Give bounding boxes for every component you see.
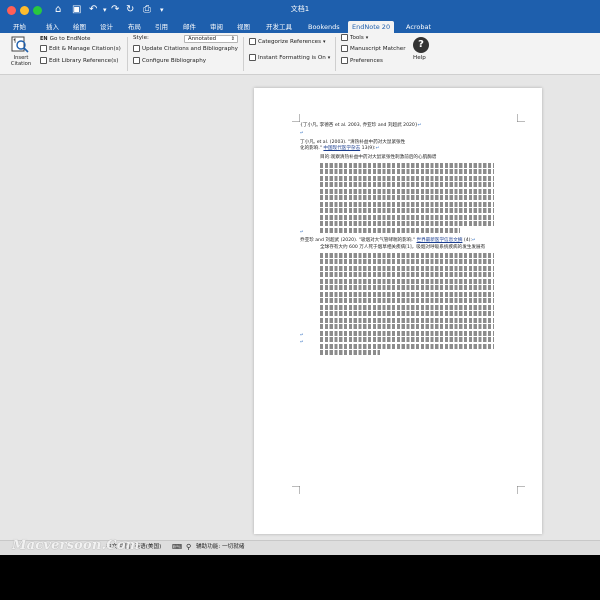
insert-citation-button[interactable]: ¶ (11, 36, 31, 54)
instant-formatting-button[interactable]: Instant Formatting is On ▾ (249, 54, 330, 63)
tab-view[interactable]: 视图 (237, 21, 250, 33)
accessibility-icon[interactable]: ⚲ (186, 543, 191, 552)
style-select[interactable]: Annotated ⇕ (184, 35, 238, 43)
tab-design[interactable]: 设计 (100, 21, 113, 33)
insert-citation-icon: ¶ (11, 36, 29, 53)
reference-2-abstract: 全球存有大约 600 万人死于烟草相关疾病[1]，吸烟对呼吸系统疾病的发生发展有 (320, 245, 494, 356)
window-title: 文档1 (290, 5, 310, 13)
go-to-endnote-button[interactable]: EN Go to EndNote (40, 35, 90, 44)
reference-1-volume: 13(9): (361, 146, 376, 152)
reference-1-abstract: 目的:观察清热补益中药对大鼠紧张性刺激前后的心肌酶谱 (320, 155, 494, 233)
preferences-icon (341, 57, 348, 64)
crop-mark-icon (292, 114, 300, 122)
tab-bookends[interactable]: Bookends (308, 21, 340, 33)
title-bar: ⌂ ▣ ↶ ▾ ↷ ↻ ⎙ ▾ 文档1 (0, 0, 600, 21)
chevron-down-icon: ▾ (327, 55, 331, 61)
reference-2-journal: 世界最新医学信息文摘 (416, 238, 463, 243)
tab-insert[interactable]: 插入 (46, 21, 59, 33)
chevron-down-icon: ▾ (365, 35, 369, 41)
word-window: ⌂ ▣ ↶ ▾ ↷ ↻ ⎙ ▾ 文档1 开始 插入 绘图 设计 布局 引用 邮件… (0, 0, 600, 555)
citation-field[interactable]: {丁小凡, 李德杏 et al. 2003, 乔亚珍 and 刘超武 2020}… (300, 123, 500, 129)
reference-1-journal: 中国现代医学杂志 (323, 146, 361, 152)
tab-home[interactable]: 开始 (13, 21, 26, 33)
insert-citation-label: Insert Citation (10, 55, 32, 67)
crop-mark-icon (292, 486, 300, 494)
tab-developer[interactable]: 开发工具 (266, 21, 292, 33)
tab-mailings[interactable]: 邮件 (183, 21, 196, 33)
endnote-ribbon: ¶ Insert Citation EN Go to EndNote Edit &… (0, 33, 600, 75)
tab-references[interactable]: 引用 (155, 21, 168, 33)
categorize-icon (249, 38, 256, 45)
tools-icon (341, 34, 348, 41)
categorize-references-button[interactable]: Categorize References ▾ (249, 38, 326, 47)
svg-text:¶: ¶ (13, 39, 16, 45)
document-page[interactable]: {丁小凡, 李德杏 et al. 2003, 乔亚珍 and 刘超武 2020}… (254, 88, 542, 534)
paragraph-mark: ↵ (300, 333, 304, 338)
endnote-logo-icon: EN (40, 36, 48, 42)
library-reference-icon (40, 57, 47, 64)
edit-library-references-button[interactable]: Edit Library Reference(s) (40, 57, 118, 66)
bibliography-entry-2[interactable]: 乔亚珍 and 刘超武 (2020). "吸烟对大气管哮喘的影响." 世界最新医… (300, 238, 510, 244)
chevron-updown-icon: ⇕ (230, 36, 235, 42)
tab-endnote[interactable]: EndNote 20 (348, 21, 395, 33)
help-icon[interactable]: ? (413, 37, 429, 53)
update-citations-icon (133, 45, 140, 52)
help-label: Help (413, 55, 426, 61)
tab-layout[interactable]: 布局 (128, 21, 141, 33)
preferences-button[interactable]: Preferences (341, 57, 383, 66)
reference-2-volume: (4): (463, 238, 472, 243)
tab-acrobat[interactable]: Acrobat (406, 21, 431, 33)
tools-button[interactable]: Tools ▾ (341, 34, 368, 43)
tab-draw[interactable]: 绘图 (73, 21, 86, 33)
accessibility-status[interactable]: 辅助功能: 一切就绪 (196, 543, 244, 552)
style-label: Style: (133, 35, 149, 41)
crop-mark-icon (517, 114, 525, 122)
paragraph-mark: ↵ (300, 131, 304, 136)
update-citations-button[interactable]: Update Citations and Bibliography (133, 45, 238, 54)
edit-citation-icon (40, 45, 47, 52)
crop-mark-icon (517, 486, 525, 494)
tab-review[interactable]: 审阅 (210, 21, 223, 33)
bibliography-entry-1[interactable]: 丁小凡, et al. (2003). "清热补益中药对大鼠紧张性 化的影响."… (300, 140, 500, 152)
instant-formatting-icon (249, 54, 256, 61)
proofing-icon[interactable]: ⌨ (172, 543, 182, 552)
ribbon-separator (335, 37, 336, 71)
watermark: Macversoon.Com (12, 538, 140, 553)
paragraph-mark: ↵ (300, 340, 304, 345)
manuscript-matcher-icon (341, 45, 348, 52)
reference-2-title: 乔亚珍 and 刘超武 (2020). "吸烟对大气管哮喘的影响." (300, 238, 416, 243)
configure-bibliography-icon (133, 57, 140, 64)
manuscript-matcher-button[interactable]: Manuscript Matcher (341, 45, 406, 54)
ribbon-separator (243, 37, 244, 71)
paragraph-mark: ↵ (300, 230, 304, 235)
ribbon-tabs: 开始 插入 绘图 设计 布局 引用 邮件 审阅 视图 开发工具 Bookends… (0, 21, 600, 33)
configure-bibliography-button[interactable]: Configure Bibliography (133, 57, 206, 66)
ribbon-separator (127, 37, 128, 71)
chevron-down-icon: ▾ (323, 39, 326, 45)
edit-manage-citations-button[interactable]: Edit & Manage Citation(s) (40, 45, 121, 54)
